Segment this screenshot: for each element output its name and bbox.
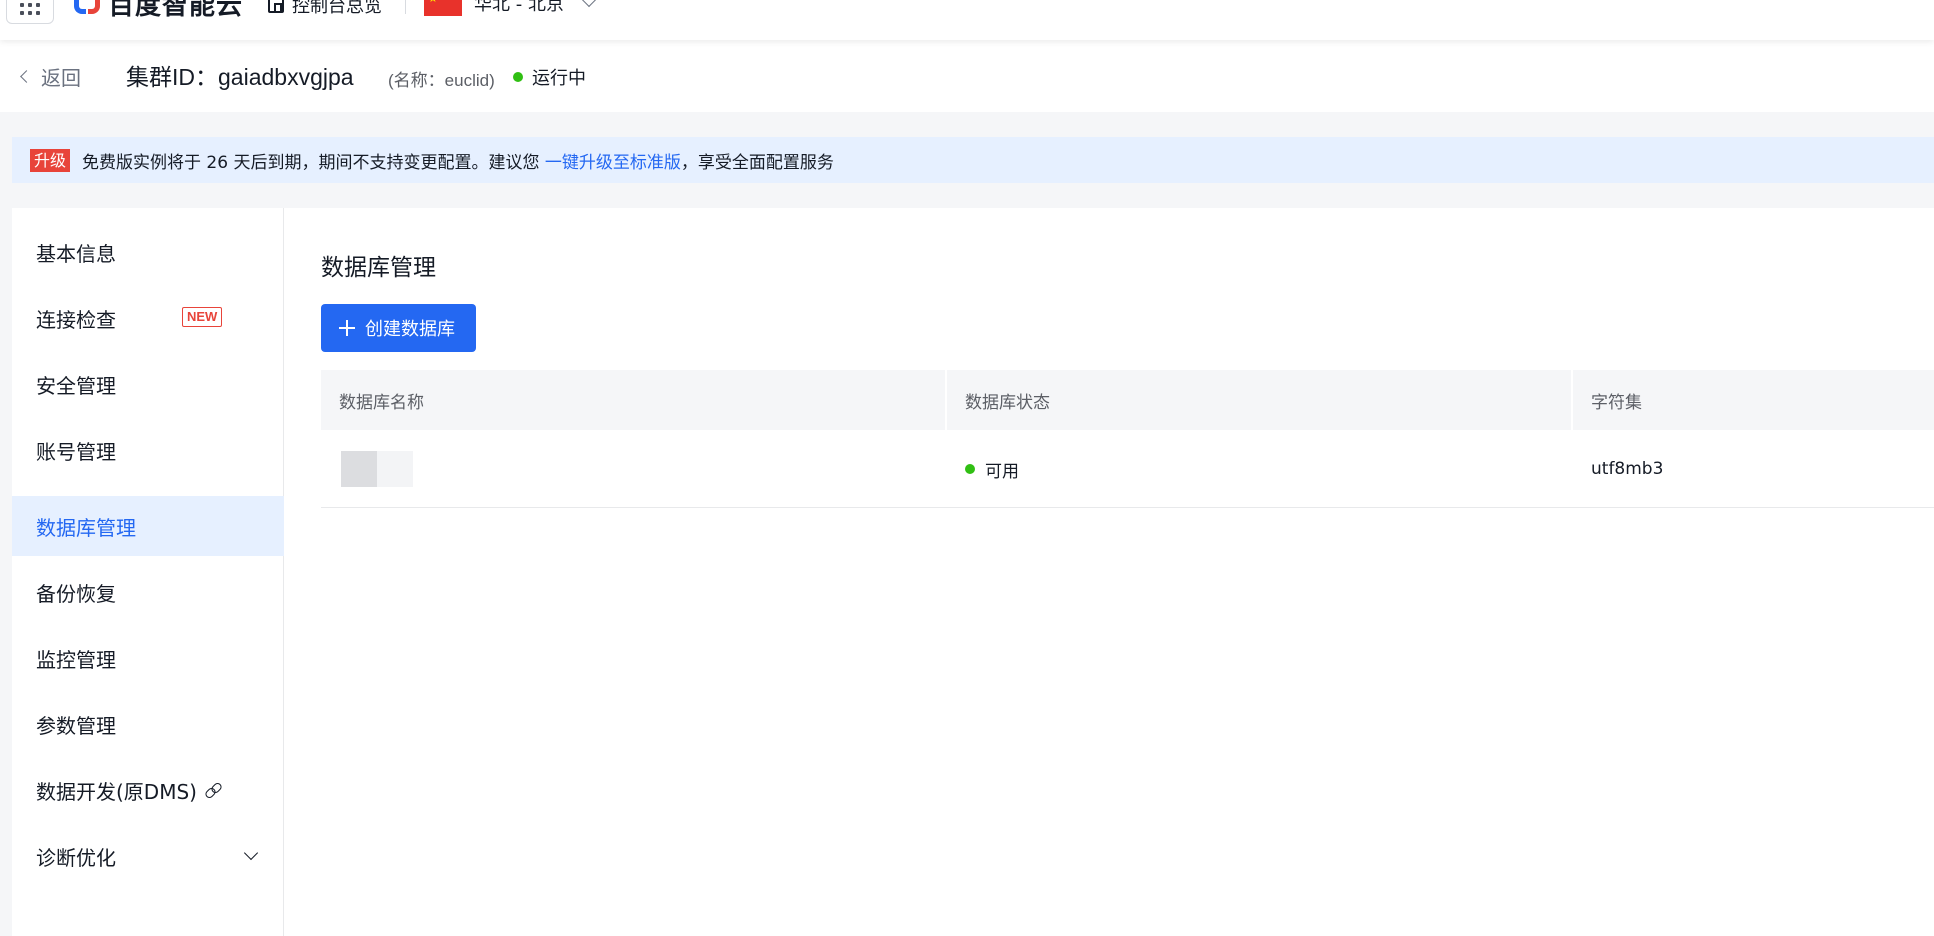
sidebar-item-diagnosis[interactable]: 诊断优化 <box>12 826 284 886</box>
database-name-cell <box>321 430 947 508</box>
upgrade-notice-banner: 升级 免费版实例将于 26 天后到期，期间不支持变更配置。建议您 一键升级至标准… <box>12 137 1934 183</box>
sidebar-item-label: 数据库管理 <box>36 515 136 540</box>
sidebar-item-parameters[interactable]: 参数管理 <box>12 694 284 754</box>
create-database-button[interactable]: 创建数据库 <box>321 304 476 352</box>
sidebar-item-accounts[interactable]: 账号管理 <box>12 420 284 480</box>
new-badge: NEW <box>182 307 223 327</box>
status-dot-icon <box>965 464 975 474</box>
sidebar-item-backup-restore[interactable]: 备份恢复 <box>12 562 284 622</box>
brand-logo[interactable]: 百度智能云 <box>74 0 243 20</box>
chevron-down-icon <box>243 845 259 861</box>
sidebar-item-database-management[interactable]: 数据库管理 <box>12 496 284 556</box>
top-nav: 百度智能云 控制台总览 华北 - 北京 <box>0 0 1934 40</box>
logo-text: 百度智能云 <box>108 0 244 20</box>
console-overview-link[interactable]: 控制台总览 <box>268 0 382 18</box>
notice-text-end: ，享受全面配置服务 <box>680 152 834 173</box>
back-label: 返回 <box>41 66 81 90</box>
notice-text: 免费版实例将于 26 天后到期，期间不支持变更配置。建议您 <box>82 152 545 173</box>
main-panel: 数据库管理 创建数据库 数据库名称 数据库状态 字符集 可用 utf8mb3 <box>284 208 1934 936</box>
chevron-down-icon <box>581 0 597 8</box>
region-label: 华北 - 北京 <box>474 0 564 15</box>
upgrade-link[interactable]: 一键升级至标准版 <box>545 148 681 173</box>
column-header-charset[interactable]: 字符集 <box>1573 370 1934 430</box>
sidebar-item-label: 连接检查 <box>36 307 116 332</box>
redacted-name-placeholder <box>341 451 413 487</box>
table-header: 数据库名称 数据库状态 字符集 <box>321 370 1934 430</box>
logo-icon <box>74 0 100 18</box>
database-status-cell: 可用 <box>947 430 1573 508</box>
sidebar-item-label: 诊断优化 <box>36 845 116 870</box>
charset-cell: utf8mb3 <box>1591 459 1664 479</box>
sidebar-item-label: 安全管理 <box>36 373 116 398</box>
home-icon <box>268 0 284 13</box>
sidebar-item-label: 参数管理 <box>36 713 116 738</box>
page-header: 返回 集群ID：gaiadbxvgjpa (名称：euclid) 运行中 <box>0 40 1934 112</box>
sidebar-item-label: 基本信息 <box>36 241 116 266</box>
sidebar: 基本信息 连接检查 NEW 安全管理 账号管理 数据库管理 备份恢复 监控管理 … <box>12 208 284 936</box>
cluster-status: 运行中 <box>513 64 586 90</box>
plus-icon <box>339 320 355 336</box>
database-status-label: 可用 <box>985 461 1019 482</box>
table-row: 可用 utf8mb3 <box>321 430 1934 508</box>
sidebar-item-basic-info[interactable]: 基本信息 <box>12 222 284 282</box>
status-dot-icon <box>513 72 523 82</box>
column-header-status[interactable]: 数据库状态 <box>947 370 1573 430</box>
cluster-name: (名称：euclid) <box>388 71 495 90</box>
sidebar-item-data-development[interactable]: 数据开发(原DMS) <box>12 760 284 820</box>
sidebar-item-label: 数据开发(原DMS) <box>36 779 197 804</box>
status-label: 运行中 <box>532 68 586 89</box>
create-database-label: 创建数据库 <box>365 319 455 340</box>
content-card: 基本信息 连接检查 NEW 安全管理 账号管理 数据库管理 备份恢复 监控管理 … <box>12 208 1934 936</box>
grid-icon <box>20 3 40 17</box>
console-overview-label: 控制台总览 <box>292 0 382 17</box>
database-table: 数据库名称 数据库状态 字符集 可用 utf8mb3 <box>321 370 1934 508</box>
page-title: 数据库管理 <box>321 255 436 281</box>
sidebar-item-label: 账号管理 <box>36 439 116 464</box>
sidebar-item-monitoring[interactable]: 监控管理 <box>12 628 284 688</box>
sidebar-item-label: 备份恢复 <box>36 581 116 606</box>
column-header-name[interactable]: 数据库名称 <box>321 370 947 430</box>
china-flag-icon <box>424 0 462 16</box>
external-link-icon <box>205 782 221 798</box>
nav-divider <box>405 0 406 14</box>
chevron-left-icon <box>20 70 33 83</box>
region-selector[interactable]: 华北 - 北京 <box>424 0 597 16</box>
sidebar-item-connection-check[interactable]: 连接检查 NEW <box>12 288 284 348</box>
back-button[interactable]: 返回 <box>20 62 81 91</box>
cluster-id-title: 集群ID：gaiadbxvgjpa <box>126 64 354 90</box>
upgrade-badge: 升级 <box>30 148 71 172</box>
apps-menu-button[interactable] <box>6 0 54 24</box>
sidebar-item-label: 监控管理 <box>36 647 116 672</box>
sidebar-item-security[interactable]: 安全管理 <box>12 354 284 414</box>
